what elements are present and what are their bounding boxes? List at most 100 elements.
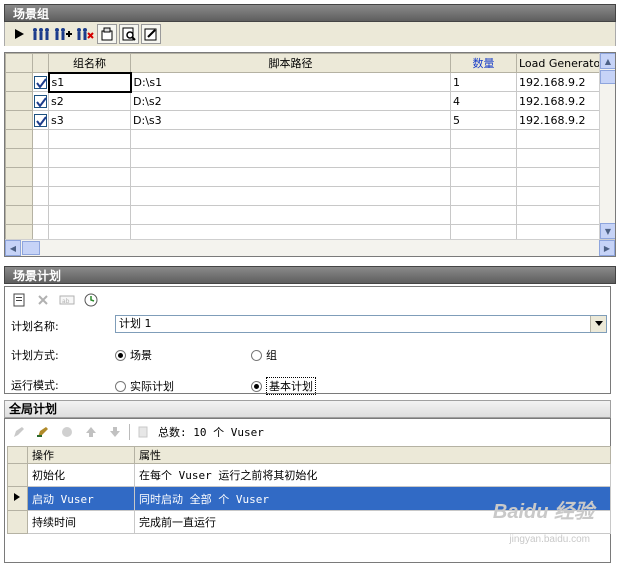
view-script-button[interactable] bbox=[119, 24, 139, 44]
clock-icon bbox=[84, 293, 98, 307]
new-schedule-button[interactable] bbox=[9, 290, 29, 310]
remove-vusers-button[interactable] bbox=[75, 24, 95, 44]
global-toolbar: 总数: 10 个 Vuser bbox=[9, 422, 264, 442]
column-header-property[interactable]: 属性 bbox=[134, 446, 611, 464]
schedule-name-label: 计划名称: bbox=[11, 320, 59, 333]
remove-vusers-icon bbox=[77, 28, 94, 40]
action-cell[interactable]: 持续时间 bbox=[27, 510, 135, 534]
grid-header-row: 组名称 脚本路径 数量 Load Generator bbox=[5, 53, 602, 73]
dropdown-button[interactable] bbox=[590, 316, 606, 332]
schedule-name-select[interactable]: 计划 1 bbox=[115, 315, 607, 333]
row-header[interactable] bbox=[5, 91, 33, 111]
move-down-button[interactable] bbox=[105, 422, 125, 442]
runtime-settings-button[interactable] bbox=[141, 24, 161, 44]
group-name-cell[interactable]: s3 bbox=[48, 110, 131, 130]
property-cell[interactable]: 完成前一直运行 bbox=[134, 510, 611, 534]
mode-real-world-radio[interactable]: 实际计划 bbox=[115, 378, 174, 394]
new-schedule-icon bbox=[13, 293, 25, 307]
load-generator-cell[interactable]: 192.168.9.2 bbox=[516, 72, 602, 92]
column-header-quantity[interactable]: 数量 bbox=[450, 53, 517, 73]
table-row[interactable]: s3 D:\s3 5 192.168.9.2 bbox=[5, 110, 602, 130]
group-checkbox[interactable] bbox=[32, 72, 49, 92]
column-header-load-generator[interactable]: Load Generator bbox=[516, 53, 602, 73]
method-scenario-radio[interactable]: 场景 bbox=[115, 347, 152, 363]
quantity-cell[interactable]: 4 bbox=[450, 91, 517, 111]
schedule-toolbar: ab bbox=[9, 290, 101, 310]
play-icon bbox=[15, 29, 24, 39]
arrow-left-icon: ◀ bbox=[9, 243, 17, 253]
quantity-cell[interactable]: 5 bbox=[450, 110, 517, 130]
empty-row[interactable] bbox=[5, 148, 602, 168]
move-up-button[interactable] bbox=[81, 422, 101, 442]
details-button[interactable] bbox=[97, 24, 117, 44]
details-icon bbox=[101, 27, 113, 41]
scroll-right-button[interactable]: ▶ bbox=[599, 240, 615, 256]
copy-action-button[interactable] bbox=[134, 422, 154, 442]
action-row-initialize[interactable]: 初始化 在每个 Vuser 运行之前将其初始化 bbox=[7, 463, 611, 487]
add-action-button[interactable] bbox=[33, 422, 53, 442]
row-header[interactable] bbox=[5, 72, 33, 92]
row-header[interactable] bbox=[7, 510, 28, 534]
mode-basic-radio[interactable]: 基本计划 bbox=[251, 377, 316, 395]
rename-schedule-button[interactable]: ab bbox=[57, 290, 77, 310]
empty-row[interactable] bbox=[5, 167, 602, 187]
toolbar-divider bbox=[129, 424, 130, 440]
add-vusers-button[interactable] bbox=[53, 24, 73, 44]
action-row-start-vusers[interactable]: 启动 Vuser 同时启动 全部 个 Vuser bbox=[7, 486, 611, 511]
group-checkbox[interactable] bbox=[32, 91, 49, 111]
play-button[interactable] bbox=[9, 24, 29, 44]
vertical-scroll-thumb[interactable] bbox=[600, 70, 615, 84]
property-cell[interactable]: 在每个 Vuser 运行之前将其初始化 bbox=[134, 463, 611, 487]
add-action-icon bbox=[37, 427, 48, 437]
radio-dot bbox=[115, 380, 126, 392]
scroll-up-button[interactable]: ▲ bbox=[600, 53, 615, 69]
table-row[interactable]: s2 D:\s2 4 192.168.9.2 bbox=[5, 91, 602, 111]
horizontal-scroll-thumb[interactable] bbox=[22, 241, 40, 255]
empty-row[interactable] bbox=[5, 129, 602, 149]
empty-row[interactable] bbox=[5, 205, 602, 225]
script-path-cell[interactable]: D:\s2 bbox=[130, 91, 451, 111]
delete-schedule-button[interactable] bbox=[33, 290, 53, 310]
scenario-schedule-title: 场景计划 bbox=[4, 266, 616, 284]
scenario-schedule-panel: ab 计划名称: 计划 1 计划方式: 场景 组 运行模式: 实际计划 基本计划 bbox=[4, 286, 611, 395]
svg-text:ab: ab bbox=[62, 298, 70, 305]
action-cell[interactable]: 启动 Vuser bbox=[27, 486, 135, 511]
view-script-icon bbox=[122, 27, 136, 41]
column-header-script-path[interactable]: 脚本路径 bbox=[130, 53, 451, 73]
empty-row[interactable] bbox=[5, 186, 602, 206]
checkmark-icon bbox=[35, 77, 47, 89]
load-generator-cell[interactable]: 192.168.9.2 bbox=[516, 110, 602, 130]
schedule-method-label: 计划方式: bbox=[11, 349, 59, 362]
run-mode-label: 运行模式: bbox=[11, 379, 59, 392]
checkmark-icon bbox=[36, 96, 47, 108]
schedule-time-button[interactable] bbox=[81, 290, 101, 310]
group-name-cell[interactable]: s2 bbox=[48, 91, 131, 111]
group-name-cell[interactable]: s1 bbox=[47, 71, 132, 93]
vusers-button[interactable] bbox=[31, 24, 51, 44]
rename-icon: ab bbox=[59, 295, 75, 305]
column-header-action[interactable]: 操作 bbox=[27, 446, 135, 464]
checkbox-header bbox=[32, 53, 49, 73]
edit-action-button[interactable] bbox=[9, 422, 29, 442]
vertical-scrollbar[interactable]: ▲ ▼ bbox=[599, 53, 615, 239]
delete-action-button[interactable] bbox=[57, 422, 77, 442]
action-row-duration[interactable]: 持续时间 完成前一直运行 bbox=[7, 510, 611, 534]
table-row[interactable]: s1 D:\s1 1 192.168.9.2 bbox=[5, 71, 602, 93]
row-header[interactable] bbox=[7, 463, 28, 487]
mode-real-world-label: 实际计划 bbox=[130, 380, 174, 393]
scroll-left-button[interactable]: ◀ bbox=[5, 240, 21, 256]
row-header-corner bbox=[7, 446, 28, 464]
method-group-radio[interactable]: 组 bbox=[251, 347, 277, 363]
load-generator-cell[interactable]: 192.168.9.2 bbox=[516, 91, 602, 111]
script-path-cell[interactable]: D:\s3 bbox=[130, 110, 451, 130]
scroll-down-button[interactable]: ▼ bbox=[600, 223, 615, 239]
row-header[interactable] bbox=[5, 110, 33, 130]
quantity-cell[interactable]: 1 bbox=[450, 72, 517, 92]
column-header-group-name[interactable]: 组名称 bbox=[48, 53, 131, 73]
horizontal-scrollbar[interactable]: ◀ ▶ bbox=[5, 239, 615, 256]
action-cell[interactable]: 初始化 bbox=[27, 463, 135, 487]
script-path-cell[interactable]: D:\s1 bbox=[130, 72, 451, 92]
property-cell[interactable]: 同时启动 全部 个 Vuser bbox=[134, 486, 611, 511]
row-header[interactable] bbox=[7, 486, 28, 511]
group-checkbox[interactable] bbox=[32, 110, 49, 130]
